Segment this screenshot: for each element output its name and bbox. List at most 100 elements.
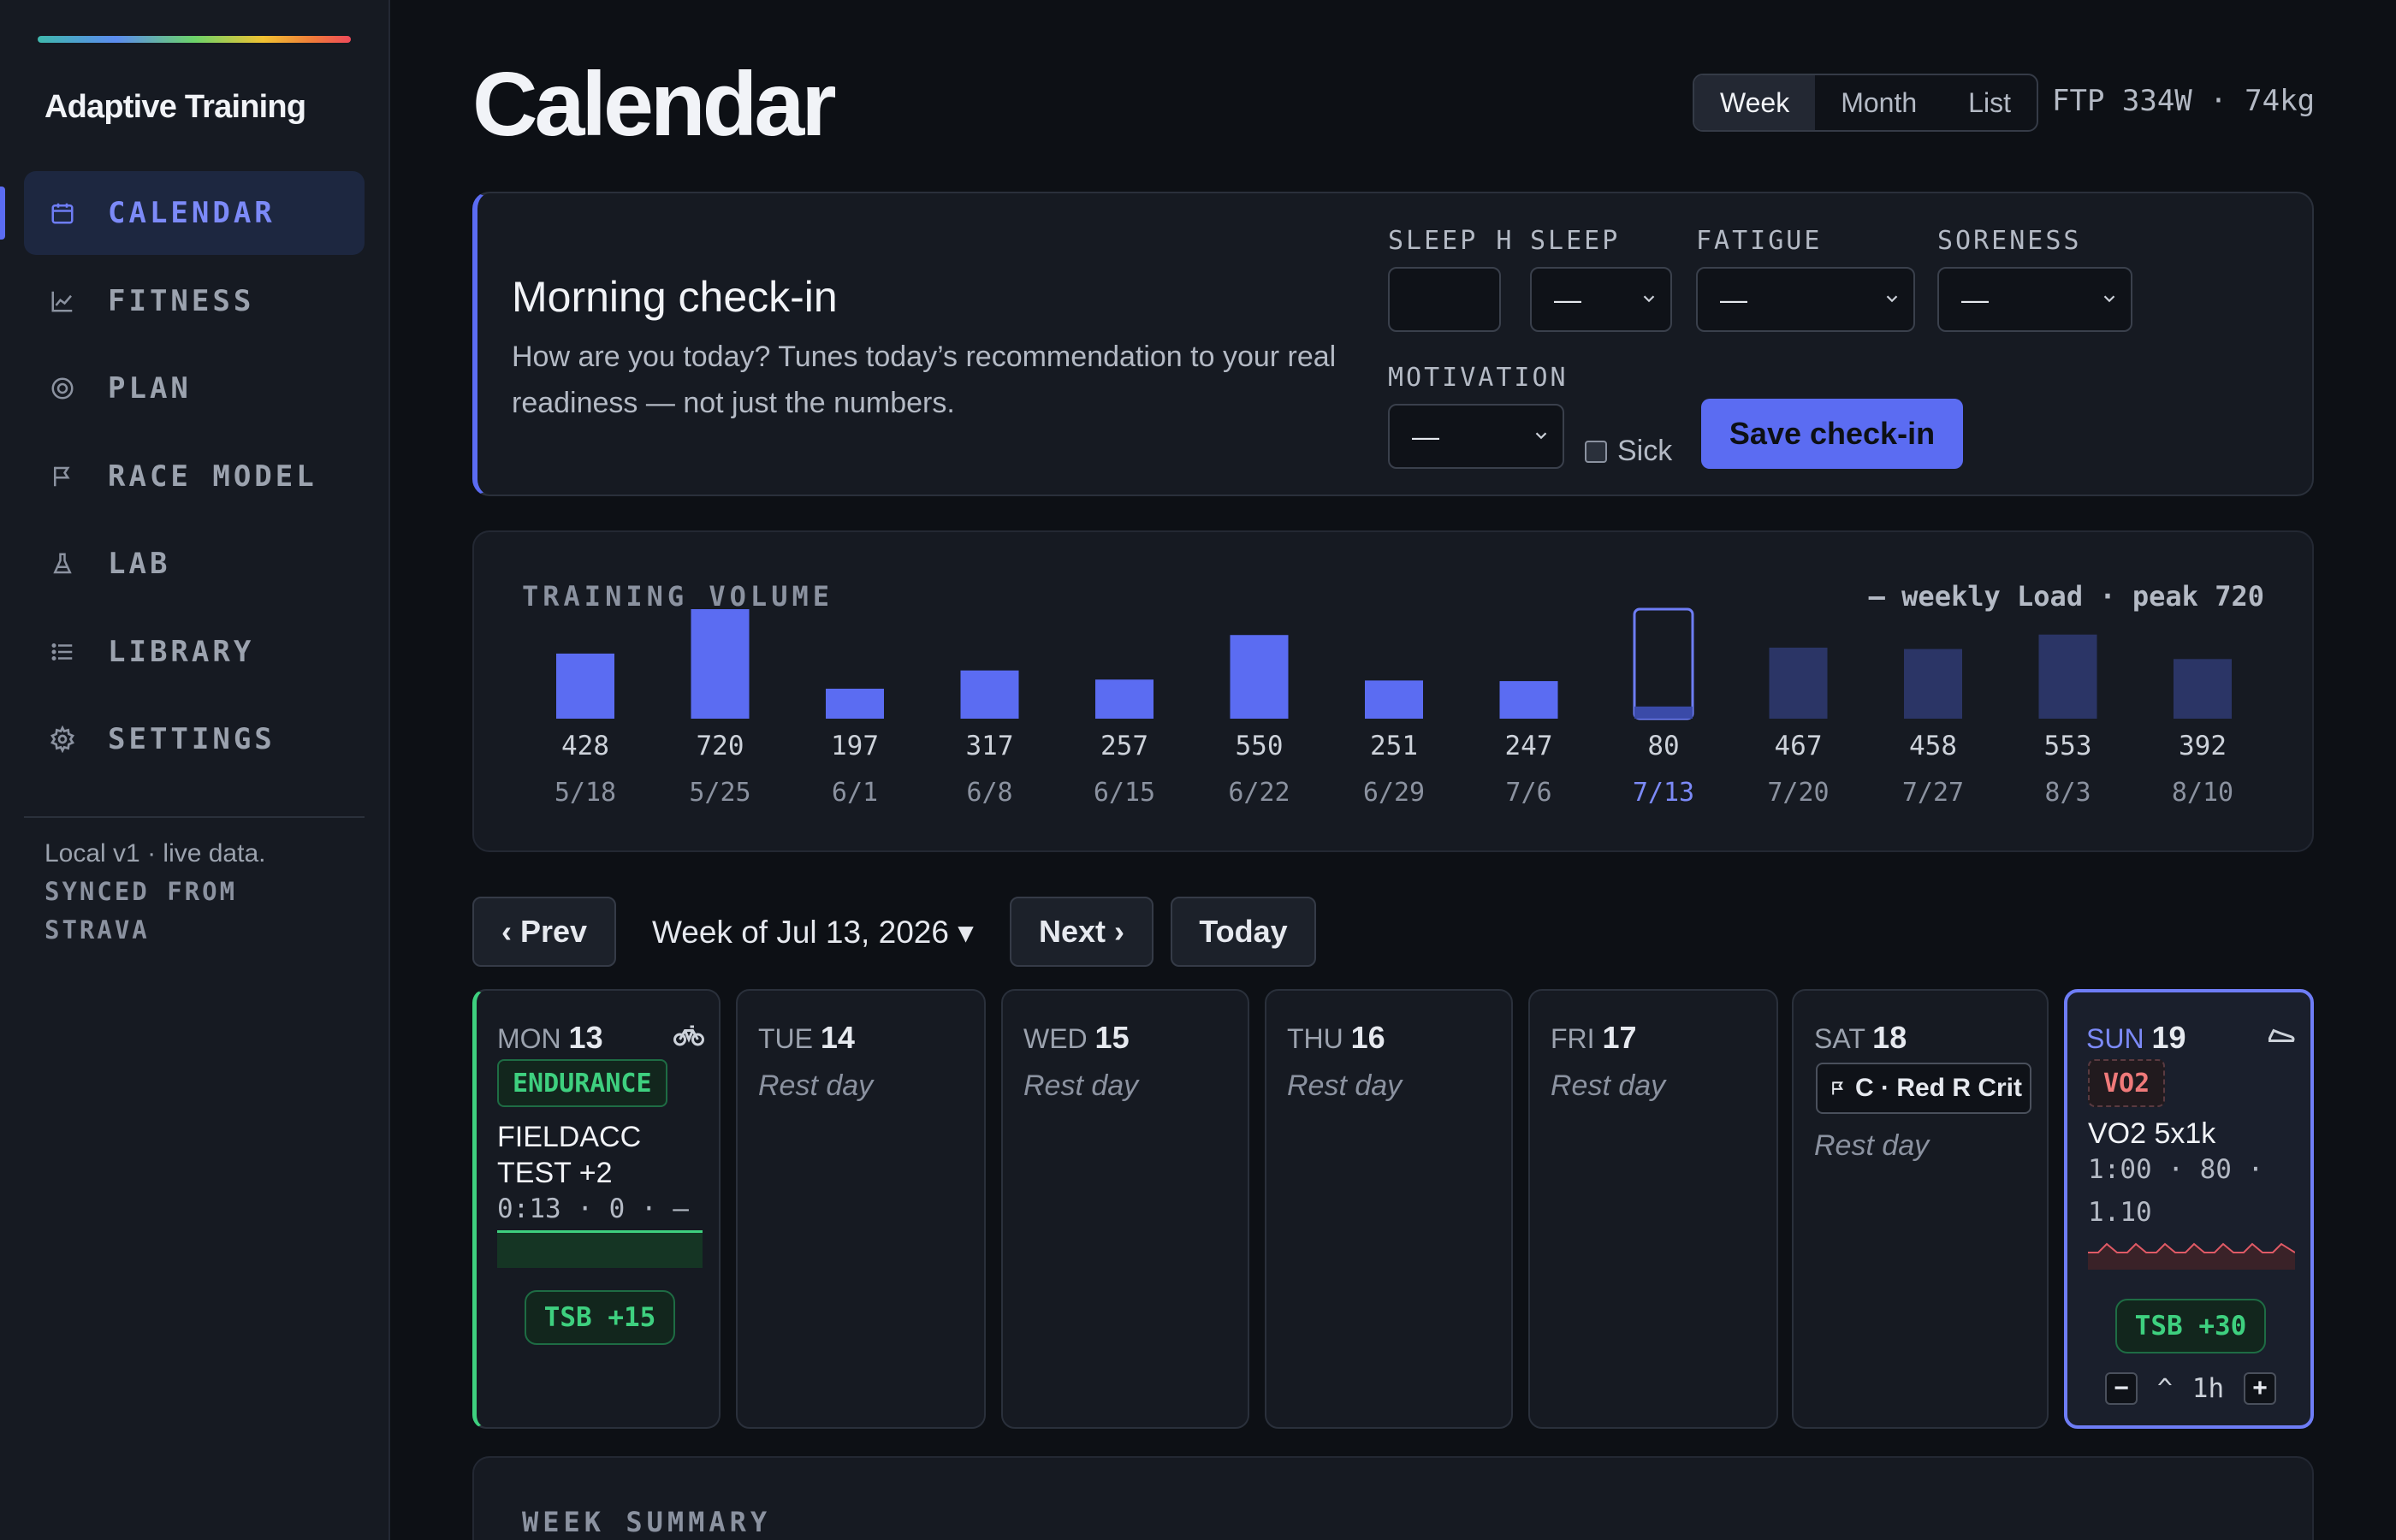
day-of-week: TUE (758, 1023, 813, 1054)
day-date: 19 (2151, 1020, 2186, 1055)
volume-bar[interactable] (1365, 680, 1423, 719)
volume-week-label: 7/27 (1902, 778, 1964, 808)
sleep-hours-input[interactable] (1388, 267, 1501, 332)
day-header: WED 15 (1023, 1020, 1130, 1056)
volume-week-label: 6/8 (966, 778, 1012, 808)
volume-bar[interactable] (1499, 681, 1558, 719)
volume-week-label: 6/1 (832, 778, 878, 808)
day-of-week: THU (1287, 1023, 1343, 1054)
volume-value-label: 392 (2179, 731, 2227, 761)
volume-value-label: 197 (831, 731, 879, 761)
sidebar-footer: Local v1 · live data. SYNCED FROM STRAVA (44, 835, 265, 950)
volume-bar[interactable] (1769, 647, 1828, 719)
day-card-tue[interactable]: TUE 14 Rest day (736, 989, 986, 1429)
sleep-quality-label: SLEEP (1530, 226, 1621, 256)
sidebar-item-settings[interactable]: SETTINGS (24, 697, 365, 781)
fatigue-label: FATIGUE (1696, 226, 1823, 256)
next-week-button[interactable]: Next › (1010, 897, 1154, 967)
volume-bar[interactable] (556, 653, 614, 719)
view-list-tab[interactable]: List (1942, 75, 2037, 130)
day-card-mon[interactable]: MON 13 ENDURANCE FIELDACC TEST +2 0:13 ·… (472, 989, 721, 1429)
sidebar-item-label: FITNESS (108, 283, 255, 318)
day-card-sun[interactable]: SUN 19 VO2 VO2 5x1k 1:00 · 80 · 1.10 TSB… (2064, 989, 2314, 1429)
sidebar-item-label: LIBRARY (108, 634, 255, 669)
today-button[interactable]: Today (1171, 897, 1316, 967)
sidebar-item-fitness[interactable]: FITNESS (24, 259, 365, 343)
sidebar-divider (24, 816, 365, 818)
volume-value-label: 458 (1909, 731, 1957, 761)
sidebar-item-plan[interactable]: PLAN (24, 346, 365, 430)
flag-icon (48, 462, 77, 491)
volume-week-label: 6/22 (1228, 778, 1290, 808)
sidebar-item-race-model[interactable]: RACE MODEL (24, 435, 365, 518)
list-icon (48, 637, 77, 666)
soreness-label: SORENESS (1937, 226, 2082, 256)
workout-type-tag: VO2 (2088, 1059, 2166, 1107)
volume-bar[interactable] (2038, 634, 2097, 719)
sick-toggle[interactable]: Sick (1585, 435, 1672, 468)
day-date: 17 (1602, 1020, 1637, 1055)
volume-bar[interactable] (1095, 679, 1154, 719)
soreness-value: — (1961, 283, 1989, 315)
sidebar-item-library[interactable]: LIBRARY (24, 610, 365, 694)
sidebar-nav: CALENDAR FITNESS PLAN RACE MODEL LAB LIB… (0, 171, 365, 785)
volume-value-label: 467 (1775, 731, 1823, 761)
view-switcher: Week Month List (1693, 74, 2038, 132)
week-picker[interactable]: Week of Jul 13, 2026 ▾ (652, 914, 974, 951)
prev-week-button[interactable]: ‹ Prev (472, 897, 616, 967)
day-card-sat[interactable]: SAT 18 C · Red R Crit Rest day (1792, 989, 2049, 1429)
day-card-wed[interactable]: WED 15 Rest day (1001, 989, 1249, 1429)
volume-week-label: 7/20 (1767, 778, 1829, 808)
app-brand: Adaptive Training (44, 89, 306, 125)
volume-bar[interactable] (2174, 659, 2232, 719)
volume-week-label: 8/3 (2044, 778, 2091, 808)
sidebar-item-calendar[interactable]: CALENDAR (0, 171, 365, 255)
volume-bar[interactable] (691, 609, 750, 719)
volume-week-label: 5/25 (689, 778, 750, 808)
chevron-down-icon (2103, 295, 2115, 303)
day-card-thu[interactable]: THU 16 Rest day (1265, 989, 1513, 1429)
tsb-badge: TSB +15 (525, 1290, 675, 1345)
day-date: 18 (1872, 1020, 1907, 1055)
volume-bar[interactable] (1230, 635, 1289, 719)
sidebar-item-lab[interactable]: LAB (24, 522, 365, 606)
volume-bar-chart: 428 5/18 720 5/25 197 6/1 317 6/8 257 6/15 550 6/22… (555, 607, 2233, 808)
workout-name[interactable]: VO2 5x1k (2088, 1116, 2297, 1152)
race-chip[interactable]: C · Red R Crit (1816, 1063, 2031, 1114)
volume-bar[interactable] (960, 670, 1019, 719)
day-header: SAT 18 (1814, 1020, 1907, 1056)
increase-duration-button[interactable]: + (2243, 1372, 2276, 1405)
volume-value-label: 720 (697, 731, 744, 761)
volume-bar[interactable] (1904, 649, 1962, 719)
day-card-fri[interactable]: FRI 17 Rest day (1528, 989, 1778, 1429)
volume-bar[interactable] (826, 688, 884, 719)
sync-status: SYNCED FROM STRAVA (44, 877, 238, 945)
day-of-week: WED (1023, 1023, 1088, 1054)
motivation-label: MOTIVATION (1388, 363, 1569, 393)
data-source-note: Local v1 · live data. (44, 839, 266, 868)
day-of-week: SAT (1814, 1023, 1865, 1054)
sidebar: Adaptive Training CALENDAR FITNESS PLAN … (0, 0, 390, 1540)
day-date: 13 (568, 1020, 603, 1055)
motivation-select[interactable]: — (1388, 404, 1564, 469)
sick-label: Sick (1617, 435, 1673, 467)
soreness-select[interactable]: — (1937, 267, 2132, 332)
day-header: FRI 17 (1551, 1020, 1636, 1056)
volume-week-label: 6/29 (1363, 778, 1425, 808)
volume-week-label: 8/10 (2172, 778, 2233, 808)
chart-line-icon (48, 287, 77, 316)
decrease-duration-button[interactable]: − (2105, 1372, 2138, 1405)
sleep-quality-select[interactable]: — (1530, 267, 1672, 332)
workout-profile-chart (497, 1230, 703, 1268)
sick-checkbox[interactable] (1585, 440, 1607, 463)
chevron-down-icon (1643, 295, 1655, 303)
save-checkin-button[interactable]: Save check-in (1701, 399, 1963, 469)
view-month-tab[interactable]: Month (1815, 75, 1942, 130)
volume-bar[interactable] (1634, 706, 1693, 719)
workout-name[interactable]: FIELDACC TEST +2 (497, 1119, 703, 1191)
day-of-week: MON (497, 1023, 561, 1054)
fatigue-select[interactable]: — (1696, 267, 1915, 332)
sidebar-item-label: CALENDAR (108, 196, 276, 230)
volume-value-label: 553 (2044, 731, 2092, 761)
view-week-tab[interactable]: Week (1694, 75, 1816, 130)
